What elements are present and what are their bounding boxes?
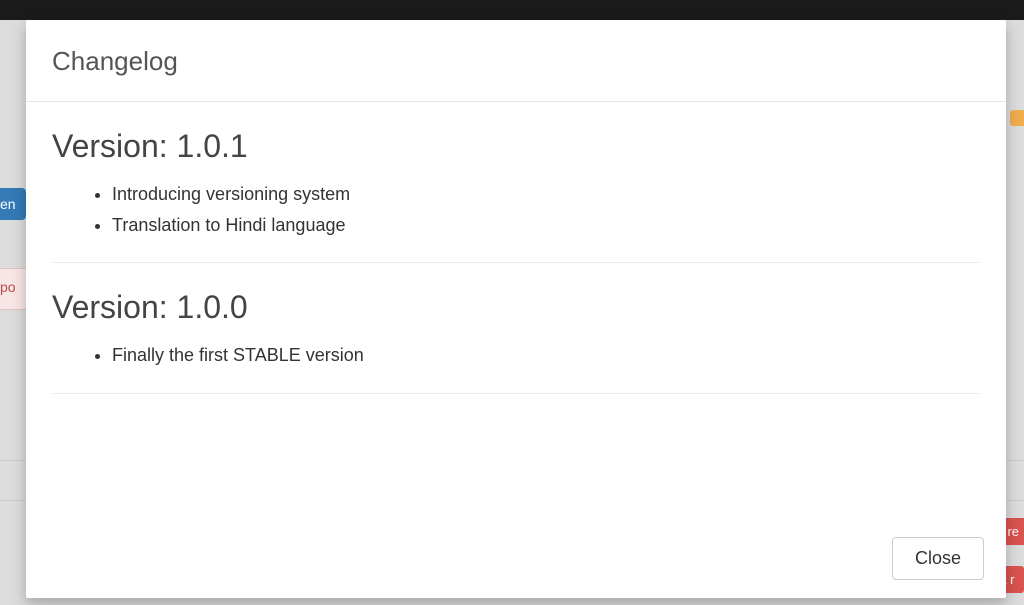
version-title: Version: 1.0.1 xyxy=(52,128,980,165)
version-block: Version: 1.0.0 Finally the first STABLE … xyxy=(52,263,980,394)
modal-footer: Close xyxy=(26,519,1006,598)
version-title: Version: 1.0.0 xyxy=(52,289,980,326)
changelog-item: Finally the first STABLE version xyxy=(112,340,980,371)
version-changes-list: Finally the first STABLE version xyxy=(52,340,980,371)
close-button[interactable]: Close xyxy=(892,537,984,580)
app-topbar xyxy=(0,0,1024,20)
changelog-item: Translation to Hindi language xyxy=(112,210,980,241)
changelog-modal: Changelog Version: 1.0.1 Introducing ver… xyxy=(26,20,1006,598)
changelog-item: Introducing versioning system xyxy=(112,179,980,210)
modal-body: Version: 1.0.1 Introducing versioning sy… xyxy=(26,102,1006,519)
version-changes-list: Introducing versioning system Translatio… xyxy=(52,179,980,240)
bg-lang-button: en xyxy=(0,188,26,220)
modal-header: Changelog xyxy=(26,20,1006,102)
bg-yellow-button xyxy=(1010,110,1024,126)
modal-title: Changelog xyxy=(52,46,980,77)
version-block: Version: 1.0.1 Introducing versioning sy… xyxy=(52,102,980,263)
